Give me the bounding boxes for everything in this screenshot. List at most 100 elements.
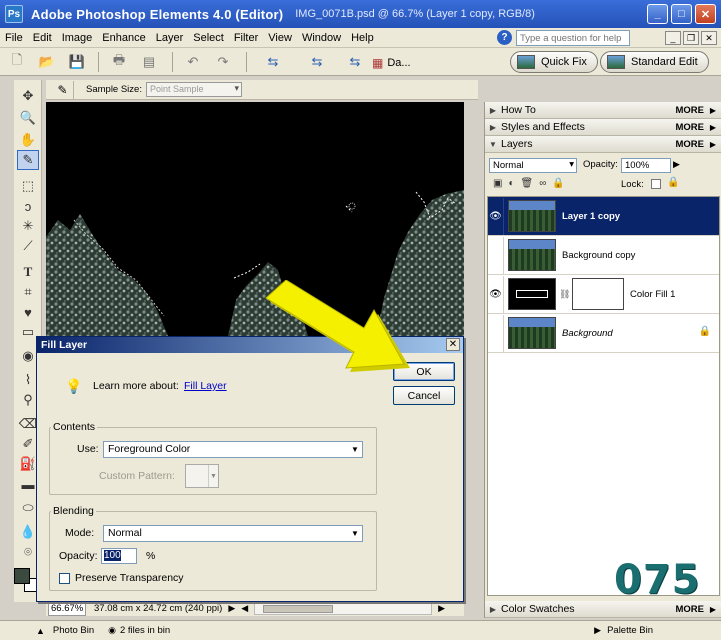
- eyedropper-tool-icon[interactable]: ✎: [17, 150, 39, 170]
- move-tool-icon[interactable]: ✥: [17, 86, 39, 106]
- color-swatches-palette-header[interactable]: ▶ Color Swatches MORE ▶: [485, 601, 721, 618]
- menu-edit[interactable]: Edit: [28, 32, 57, 44]
- photo-browser-icon[interactable]: ⇆: [262, 52, 284, 72]
- print-icon[interactable]: 🖶: [108, 52, 130, 72]
- menu-enhance[interactable]: Enhance: [97, 32, 150, 44]
- ok-button[interactable]: OK: [393, 362, 455, 381]
- help-icon[interactable]: ?: [497, 30, 512, 45]
- scroll-left-icon[interactable]: ◀: [241, 603, 248, 614]
- minimize-icon[interactable]: _: [647, 4, 668, 24]
- scroll-right-icon[interactable]: ▶: [438, 603, 445, 614]
- lasso-tool-icon[interactable]: ↄ: [17, 196, 39, 216]
- date-view-icon[interactable]: ⇆: [344, 52, 366, 72]
- maximize-icon[interactable]: □: [671, 4, 692, 24]
- marquee-tool-icon[interactable]: ⬚: [17, 176, 39, 196]
- foreground-color-swatch[interactable]: [14, 568, 30, 584]
- palette-bin-toggle-icon[interactable]: ▶: [594, 625, 601, 636]
- new-layer-icon[interactable]: ▣: [493, 178, 502, 189]
- eye-hidden-icon[interactable]: [488, 236, 504, 274]
- menu-help[interactable]: Help: [346, 32, 379, 44]
- fill-layer-help-link[interactable]: Fill Layer: [184, 380, 227, 392]
- new-file-icon[interactable]: 🗋: [6, 52, 28, 72]
- tool-options-bar: ✎ Sample Size: Point Sample: [46, 80, 478, 100]
- menu-filter[interactable]: Filter: [229, 32, 263, 44]
- redo-icon[interactable]: ↷: [212, 52, 234, 72]
- layer-row-color-fill-1[interactable]: 👁 ⛓ Color Fill 1: [488, 275, 719, 314]
- selection-brush-tool-icon[interactable]: ⟋: [17, 236, 39, 256]
- styles-more[interactable]: MORE: [676, 122, 705, 133]
- cookie-cutter-tool-icon[interactable]: ♥: [17, 302, 39, 322]
- undo-icon[interactable]: ↶: [182, 52, 204, 72]
- adjustment-layer-icon[interactable]: ◐: [508, 178, 514, 189]
- zoom-field[interactable]: 66.67%: [48, 601, 86, 616]
- magic-wand-tool-icon[interactable]: ✳: [17, 216, 39, 236]
- layer-row-layer-1-copy[interactable]: 👁 Layer 1 copy: [488, 197, 719, 236]
- color-swatches-more[interactable]: MORE: [676, 604, 705, 615]
- mode-select[interactable]: Normal ▼: [103, 525, 363, 542]
- scroll-thumb[interactable]: [263, 604, 334, 613]
- more-arrow-icon[interactable]: ▶: [710, 106, 716, 115]
- lock-transparency-checkbox[interactable]: [651, 179, 661, 189]
- eye-hidden-icon[interactable]: [488, 314, 504, 352]
- chain-link-icon[interactable]: ⛓: [559, 289, 570, 300]
- type-tool-icon[interactable]: T: [17, 262, 39, 282]
- how-to-more[interactable]: MORE: [676, 105, 705, 116]
- layer-row-background[interactable]: Background 🔒: [488, 314, 719, 353]
- delete-layer-icon[interactable]: 🗑: [521, 178, 534, 189]
- layer-row-background-copy[interactable]: Background copy: [488, 236, 719, 275]
- lock-icon[interactable]: 🔒: [667, 177, 679, 188]
- doc-close-icon[interactable]: ✕: [701, 31, 717, 45]
- hand-tool-icon[interactable]: ✋: [17, 130, 39, 150]
- doc-minimize-icon[interactable]: _: [665, 31, 681, 45]
- opacity-input[interactable]: 100: [101, 548, 137, 564]
- photo-bin-toggle-icon[interactable]: ▲: [36, 626, 45, 636]
- layer-tool-buttons: ▣ ◐ 🗑 ∞ 🔒: [493, 178, 565, 189]
- cancel-button[interactable]: Cancel: [393, 386, 455, 405]
- more-arrow-icon[interactable]: ▶: [710, 140, 716, 149]
- palette-bin-label[interactable]: Palette Bin: [607, 625, 653, 636]
- standard-edit-button[interactable]: Standard Edit: [600, 51, 709, 73]
- more-arrow-icon[interactable]: ▶: [710, 605, 716, 614]
- organizer-icon[interactable]: ⇆: [306, 52, 328, 72]
- eye-icon[interactable]: 👁: [488, 197, 504, 235]
- zoom-tool-icon[interactable]: 🔍: [17, 108, 39, 128]
- preserve-transparency-label[interactable]: Preserve Transparency: [75, 572, 184, 584]
- layers-more[interactable]: MORE: [676, 139, 705, 150]
- layer-mask-thumbnail: [572, 278, 624, 310]
- sample-size-select[interactable]: Point Sample: [145, 82, 242, 97]
- menu-file[interactable]: File: [0, 32, 28, 44]
- menu-window[interactable]: Window: [297, 32, 346, 44]
- menu-view[interactable]: View: [263, 32, 297, 44]
- menu-select[interactable]: Select: [188, 32, 229, 44]
- horizontal-scrollbar[interactable]: [254, 602, 433, 615]
- eye-icon[interactable]: 👁: [488, 275, 504, 313]
- opacity-slider-arrow-icon[interactable]: ▶: [673, 159, 680, 170]
- save-icon[interactable]: 💾: [66, 52, 88, 72]
- link-layers-icon[interactable]: ∞: [539, 178, 546, 189]
- more-arrow-icon[interactable]: ▶: [710, 123, 716, 132]
- menu-layer[interactable]: Layer: [151, 32, 189, 44]
- eyedropper-icon[interactable]: ✎: [52, 80, 74, 99]
- status-menu-icon[interactable]: ▶: [228, 603, 235, 614]
- close-icon[interactable]: ✕: [695, 4, 716, 24]
- quick-fix-button[interactable]: Quick Fix: [510, 51, 598, 73]
- mode-select-value: Normal: [108, 527, 142, 539]
- layers-palette-header[interactable]: ▼ Layers MORE ▶: [485, 136, 721, 153]
- lock-all-icon[interactable]: 🔒: [552, 178, 564, 189]
- how-to-palette-header[interactable]: ▶ How To MORE ▶: [485, 102, 721, 119]
- dialog-close-icon[interactable]: ✕: [446, 338, 460, 351]
- bin-options-icon[interactable]: ◉: [108, 625, 116, 636]
- menu-image[interactable]: Image: [57, 32, 98, 44]
- help-search-input[interactable]: [516, 30, 630, 46]
- open-folder-icon[interactable]: 📂: [36, 52, 58, 72]
- use-select[interactable]: Foreground Color ▼: [103, 441, 363, 458]
- preserve-transparency-checkbox[interactable]: [59, 573, 70, 584]
- layer-blend-mode-select[interactable]: Normal: [489, 158, 577, 173]
- date-view-button[interactable]: ▦ Da...: [372, 53, 411, 72]
- online-services-icon[interactable]: ▤: [138, 52, 160, 72]
- layer-opacity-field[interactable]: 100%: [621, 158, 671, 173]
- crop-tool-icon[interactable]: ⌗: [17, 282, 39, 302]
- doc-restore-icon[interactable]: ❐: [683, 31, 699, 45]
- styles-palette-header[interactable]: ▶ Styles and Effects MORE ▶: [485, 119, 721, 136]
- photo-bin-label[interactable]: Photo Bin: [53, 625, 94, 636]
